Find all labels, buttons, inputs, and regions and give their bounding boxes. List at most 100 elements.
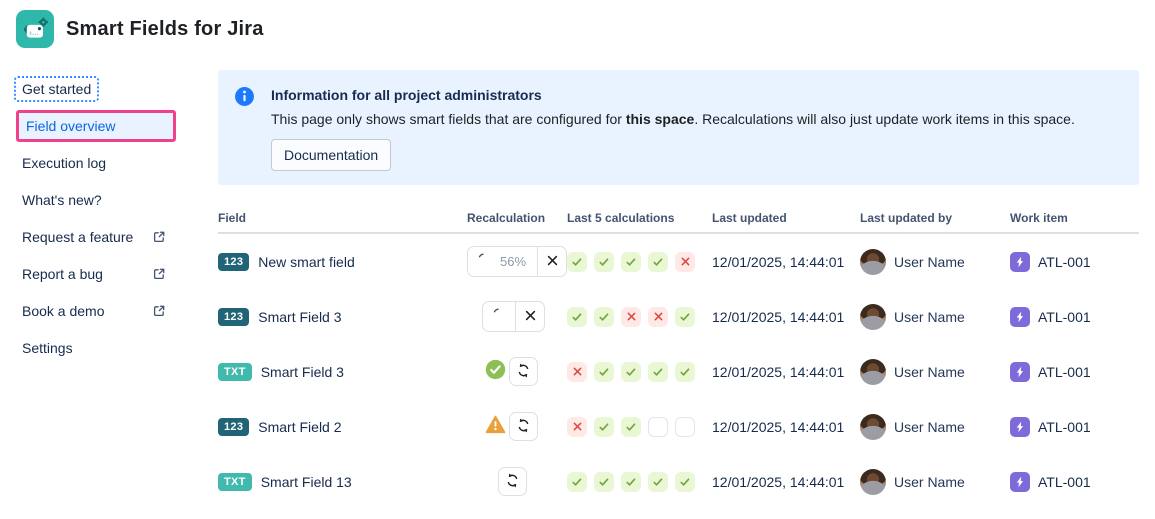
page-title: Smart Fields for Jira: [66, 17, 264, 40]
banner-body-bold: this space: [625, 111, 695, 127]
nav-item-wrap: Execution log: [16, 144, 176, 181]
warning-status-icon: [485, 415, 506, 439]
work-item-cell[interactable]: ATL-001: [1010, 416, 1139, 437]
last-updated-cell: 12/01/2025, 14:44:01: [712, 418, 845, 435]
calculation-chip-fail: [675, 251, 695, 272]
calculation-chip-fail: [567, 361, 587, 382]
table-row: TXT Smart Field 13 12/01/2025, 14:44:01 Use…: [218, 454, 1139, 509]
sidebar-item-what-s-new[interactable]: What's new?: [16, 189, 172, 211]
banner-body-text: . Recalculations will also just update w…: [694, 111, 1075, 127]
calculation-chip-pass: [648, 471, 668, 492]
calculation-chip-pass: [594, 471, 614, 492]
user-avatar: [860, 358, 886, 385]
field-type-badge: 123: [218, 252, 250, 271]
field-cell: 123 Smart Field 3: [218, 307, 467, 326]
sidebar-item-label: Settings: [22, 339, 73, 356]
user-avatar: [860, 303, 886, 330]
user-avatar: [860, 468, 886, 495]
recalculate-button[interactable]: [509, 357, 538, 386]
sidebar-item-execution-log[interactable]: Execution log: [16, 152, 172, 174]
last-5-calculations-cell: [567, 306, 712, 327]
calculation-chip-pass: [621, 251, 641, 272]
cancel-recalculation-button[interactable]: [515, 302, 544, 331]
recalculate-button[interactable]: [509, 412, 538, 441]
column-header-last-updated-by: Last updated by: [860, 211, 953, 225]
recalculation-progress: 56%: [467, 246, 567, 277]
sidebar-item-report-a-bug[interactable]: Report a bug: [16, 263, 172, 285]
work-item-cell[interactable]: ATL-001: [1010, 471, 1139, 492]
work-item-cell[interactable]: ATL-001: [1010, 361, 1139, 382]
fields-table: Field Recalculation Last 5 calculations Las…: [218, 211, 1139, 509]
nav-item-wrap: Field overview: [16, 107, 176, 144]
calculation-chip-pass: [675, 361, 695, 382]
calculation-chip-pass: [594, 361, 614, 382]
recalculation-status: [485, 357, 538, 386]
sidebar-item-field-overview[interactable]: Field overview: [16, 109, 176, 142]
work-item-cell[interactable]: ATL-001: [1010, 251, 1139, 272]
sidebar-item-get-started[interactable]: Get started: [13, 75, 100, 102]
table-header-row: Field Recalculation Last 5 calculations Las…: [218, 211, 1139, 234]
last-updated-by-cell: User Name: [860, 248, 1010, 275]
info-icon: [234, 86, 255, 107]
recalculation-progress-left: 56%: [468, 247, 537, 276]
external-link-icon: [152, 304, 166, 318]
user-name: User Name: [894, 308, 965, 325]
work-item-cell[interactable]: ATL-001: [1010, 306, 1139, 327]
field-name: Smart Field 3: [258, 308, 342, 325]
last-5-calculations-cell: [567, 416, 712, 437]
recalculation-progress: [482, 301, 545, 332]
last-updated-cell: 12/01/2025, 14:44:01: [712, 308, 845, 325]
field-type-badge: TXT: [218, 362, 252, 381]
calculation-chip-pass: [594, 306, 614, 327]
calculation-chip-pass: [567, 471, 587, 492]
refresh-icon: [515, 417, 532, 437]
recalculation-progress-left: [483, 302, 515, 331]
calculation-chip-fail: [567, 416, 587, 437]
work-item-bolt-icon: [1010, 416, 1030, 437]
column-header-work-item: Work item: [1010, 211, 1068, 225]
sidebar-item-label: Book a demo: [22, 302, 105, 319]
recalculation-cell: [467, 467, 567, 496]
last-5-calculations-cell: [567, 251, 712, 272]
documentation-button[interactable]: Documentation: [271, 139, 392, 171]
nav-item-wrap: Settings: [16, 329, 176, 366]
nav-item-wrap: Book a demo: [16, 292, 176, 329]
calculation-chip-pass: [621, 471, 641, 492]
work-item-key: ATL-001: [1038, 363, 1091, 380]
calculation-chip-pass: [621, 361, 641, 382]
field-name: Smart Field 13: [260, 473, 352, 490]
info-banner: Information for all project administrato…: [218, 70, 1139, 185]
sidebar: Get started Field overview Execution log Wh…: [13, 70, 176, 366]
calculation-chip-pass: [675, 306, 695, 327]
user-name: User Name: [894, 418, 965, 435]
nav-item-wrap: Request a feature: [16, 218, 176, 255]
user-name: User Name: [894, 253, 965, 270]
banner-title: Information for all project administrato…: [271, 87, 542, 103]
work-item-bolt-icon: [1010, 361, 1030, 382]
refresh-icon: [504, 472, 521, 492]
field-cell: 123 Smart Field 2: [218, 417, 467, 436]
cancel-recalculation-button[interactable]: [537, 247, 566, 276]
field-name: New smart field: [258, 253, 355, 270]
last-updated-cell: 12/01/2025, 14:44:01: [712, 253, 845, 270]
sidebar-item-settings[interactable]: Settings: [16, 337, 172, 359]
progress-percent: 56%: [499, 254, 527, 269]
spinner-icon: [477, 252, 491, 271]
page-layout: Get started Field overview Execution log Wh…: [0, 56, 1155, 509]
robot-gear-icon: [23, 16, 48, 38]
table-row: 123 New smart field 56% 12/01/2025, 14:44:0…: [218, 234, 1139, 289]
calculation-chip-pass: [621, 416, 641, 437]
nav-item-wrap: Get started: [13, 70, 176, 107]
column-header-recalculation: Recalculation: [467, 211, 546, 225]
banner-body: This page only shows smart fields that a…: [271, 109, 1075, 129]
column-header-last-5-calculations: Last 5 calculations: [567, 211, 675, 225]
field-cell: TXT Smart Field 3: [218, 362, 467, 381]
sidebar-item-label: What's new?: [22, 191, 102, 208]
recalculate-button[interactable]: [498, 467, 527, 496]
calculation-chip-pass: [567, 251, 587, 272]
sidebar-item-label: Report a bug: [22, 265, 103, 282]
sidebar-item-label: Get started: [22, 80, 92, 97]
work-item-bolt-icon: [1010, 306, 1030, 327]
sidebar-item-request-a-feature[interactable]: Request a feature: [16, 226, 172, 248]
sidebar-item-book-a-demo[interactable]: Book a demo: [16, 300, 172, 322]
